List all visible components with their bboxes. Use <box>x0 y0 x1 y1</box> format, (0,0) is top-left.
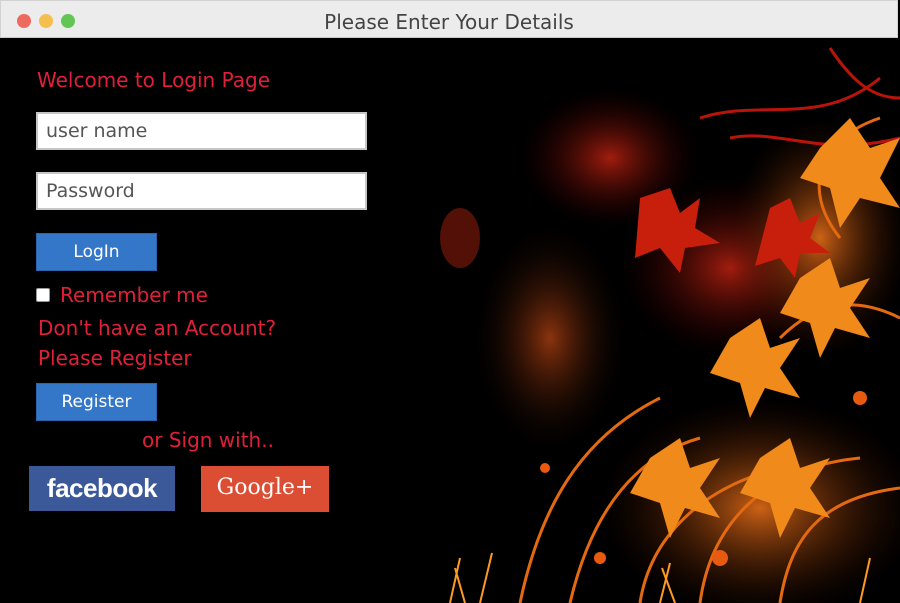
no-account-text: Don't have an Account? <box>38 316 277 340</box>
login-button[interactable]: LogIn <box>36 233 157 271</box>
google-plus-signin-button[interactable]: Google+ <box>201 466 329 512</box>
please-register-text: Please Register <box>38 346 192 370</box>
username-input[interactable] <box>36 112 367 150</box>
title-bar: Please Enter Your Details <box>0 0 898 38</box>
password-input[interactable] <box>36 172 367 210</box>
register-button[interactable]: Register <box>36 383 157 421</box>
window-title: Please Enter Your Details <box>324 10 574 34</box>
remember-me-label: Remember me <box>60 283 208 307</box>
page-heading: Welcome to Login Page <box>37 68 271 92</box>
remember-me-option[interactable]: Remember me <box>36 283 208 307</box>
autumn-background-art <box>440 47 900 603</box>
remember-me-checkbox[interactable] <box>36 288 50 302</box>
login-panel: Welcome to Login Page LogIn Remember me … <box>0 38 900 603</box>
facebook-signin-button[interactable]: facebook <box>29 466 175 511</box>
app-window: Please Enter Your Details Welcome to Log… <box>0 0 900 603</box>
sign-with-text: or Sign with.. <box>142 428 274 452</box>
